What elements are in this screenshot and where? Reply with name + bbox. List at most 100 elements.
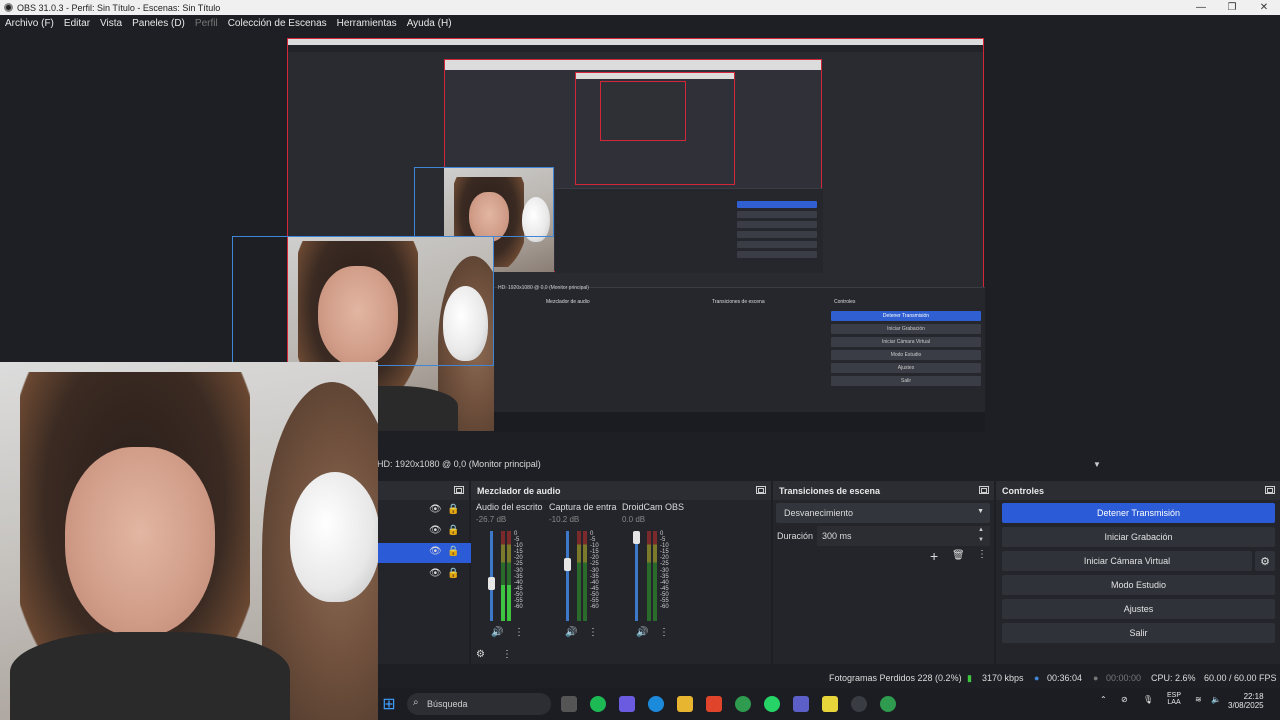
eye-icon[interactable]: 👁 [429, 546, 442, 557]
audio-meter [501, 531, 505, 621]
advanced-audio-gear-icon[interactable]: ⚙ [476, 649, 485, 660]
settings-button[interactable]: Ajustes [1002, 599, 1275, 619]
more-options-icon[interactable]: ⋮ [514, 627, 524, 638]
nested-source-label: HD: 1920x1080 @ 0,0 (Monitor principal) [498, 285, 589, 291]
webcam-overlay [0, 362, 378, 720]
volume-icon[interactable]: 🔈 [1211, 695, 1221, 704]
nested-exit-button: Salir [831, 376, 981, 386]
menu-edit[interactable]: Editar [64, 18, 90, 29]
speaker-icon[interactable]: 🔊 [491, 627, 503, 638]
menu-bar: Archivo (F) Editar Vista Paneles (D) Per… [0, 15, 1280, 32]
close-button[interactable]: ✕ [1249, 0, 1279, 15]
language-indicator[interactable]: ESP LAA [1167, 692, 1181, 706]
more-options-icon[interactable]: ⋮ [659, 627, 669, 638]
undock-icon[interactable] [454, 486, 464, 494]
source-row-selected[interactable]: 👁 🔒 [377, 543, 471, 563]
webcam-bounding-box[interactable] [232, 236, 494, 366]
channel-db: -10.2 dB [549, 515, 580, 524]
source-row[interactable]: 👁 🔒 [377, 522, 471, 542]
network-off-icon[interactable]: ⊘ [1121, 695, 1128, 704]
edge-icon[interactable] [648, 696, 664, 712]
nested-dock-area [555, 188, 823, 273]
whatsapp-icon[interactable] [764, 696, 780, 712]
transition-more-button[interactable]: ⋮ [977, 549, 987, 560]
windows-taskbar: ⊞ ⌕ Búsqueda ⌃ ⊘ 🎙 ESP LAA ≋ 🔈 22:18 3/08/… [377, 688, 1280, 720]
microphone-icon[interactable]: 🎙 [1143, 695, 1153, 704]
speaker-icon[interactable]: 🔊 [565, 627, 577, 638]
spin-down-icon[interactable]: ▼ [978, 537, 984, 543]
virtual-camera-gear-icon[interactable]: ⚙ [1255, 551, 1275, 571]
chevron-down-icon: ▼ [977, 508, 984, 515]
chevron-down-icon[interactable]: ▼ [1093, 460, 1101, 469]
transitions-dock-header: Transiciones de escena [773, 481, 994, 500]
exit-button[interactable]: Salir [1002, 623, 1275, 643]
source-bounding-box[interactable] [414, 167, 554, 237]
search-placeholder: Búsqueda [427, 699, 468, 709]
minimize-button[interactable]: — [1186, 0, 1216, 15]
menu-file[interactable]: Archivo (F) [5, 18, 54, 29]
eye-icon[interactable]: 👁 [429, 568, 442, 579]
obs-taskbar-icon[interactable] [851, 696, 867, 712]
taskbar-search[interactable]: ⌕ Búsqueda [407, 693, 551, 715]
mixer-menu-icon[interactable]: ⋮ [502, 649, 512, 660]
file-explorer-icon[interactable] [677, 696, 693, 712]
signal-bars-icon: ▮ [967, 673, 972, 683]
nested-preview-frame-3 [600, 81, 686, 141]
task-view-icon[interactable] [561, 696, 577, 712]
source-row[interactable]: 👁 🔒 [377, 501, 471, 521]
sources-dock-header [377, 481, 469, 500]
volume-fader-knob[interactable] [633, 531, 640, 544]
stop-stream-button[interactable]: Detener Transmisión [1002, 503, 1275, 523]
menu-profile[interactable]: Perfil [195, 18, 218, 29]
preview-canvas[interactable]: HD: 1920x1080 @ 0,0 (Monitor principal) … [232, 38, 985, 432]
windows-start-icon[interactable]: ⊞ [381, 696, 397, 713]
transition-select[interactable]: Desvanecimiento ▼ [776, 503, 990, 523]
sticky-notes-icon[interactable] [822, 696, 838, 712]
volume-fader[interactable] [490, 531, 493, 621]
cpu-usage: CPU: 2.6% [1151, 673, 1196, 683]
tray-chevron-icon[interactable]: ⌃ [1100, 695, 1107, 704]
volume-fader[interactable] [566, 531, 569, 621]
add-transition-button[interactable]: + [930, 548, 938, 564]
menu-tools[interactable]: Herramientas [337, 18, 397, 29]
start-recording-button[interactable]: Iniciar Grabación [1002, 527, 1275, 547]
nested-mixer-title: Mezclador de audio [546, 299, 590, 305]
menu-view[interactable]: Vista [100, 18, 122, 29]
undock-icon[interactable] [1265, 486, 1275, 494]
clock[interactable]: 22:18 3/08/2025 [1228, 692, 1264, 710]
spin-up-icon[interactable]: ▲ [978, 527, 984, 533]
more-options-icon[interactable]: ⋮ [588, 627, 598, 638]
chrome-profile-icon[interactable] [880, 696, 896, 712]
menu-scene-collection[interactable]: Colección de Escenas [228, 18, 327, 29]
volume-fader-knob[interactable] [564, 558, 571, 571]
delete-transition-button[interactable]: 🗑 [952, 550, 965, 561]
window-title-bar: OBS 31.0.3 - Perfil: Sin Título - Escena… [0, 0, 1280, 15]
source-selector[interactable]: HD: 1920x1080 @ 0,0 (Monitor principal) … [377, 455, 1280, 475]
speaker-icon[interactable]: 🔊 [636, 627, 648, 638]
menu-help[interactable]: Ayuda (H) [407, 18, 452, 29]
fps: 60.00 / 60.00 FPS [1204, 673, 1277, 683]
teams-icon[interactable] [793, 696, 809, 712]
volume-fader[interactable] [635, 531, 638, 621]
spotify-icon[interactable] [590, 696, 606, 712]
lock-icon[interactable]: 🔒 [447, 546, 459, 557]
eye-icon[interactable]: 👁 [429, 525, 442, 536]
lock-icon[interactable]: 🔒 [447, 504, 459, 515]
undock-icon[interactable] [979, 486, 989, 494]
source-row[interactable]: 👁 🔒 [377, 565, 471, 585]
maximize-button[interactable]: ❐ [1217, 0, 1247, 15]
nested-menu-bar [288, 45, 983, 52]
chrome-icon[interactable] [735, 696, 751, 712]
menu-docks[interactable]: Paneles (D) [132, 18, 185, 29]
brave-icon[interactable] [706, 696, 722, 712]
start-virtual-camera-button[interactable]: Iniciar Cámara Virtual [1002, 551, 1252, 571]
eye-icon[interactable]: 👁 [429, 504, 442, 515]
duration-input[interactable]: 300 ms [817, 526, 990, 546]
volume-fader-knob[interactable] [488, 577, 495, 590]
lock-icon[interactable]: 🔒 [447, 568, 459, 579]
wifi-icon[interactable]: ≋ [1195, 695, 1202, 704]
undock-icon[interactable] [756, 486, 766, 494]
lock-icon[interactable]: 🔒 [447, 525, 459, 536]
copilot-icon[interactable] [619, 696, 635, 712]
studio-mode-button[interactable]: Modo Estudio [1002, 575, 1275, 595]
